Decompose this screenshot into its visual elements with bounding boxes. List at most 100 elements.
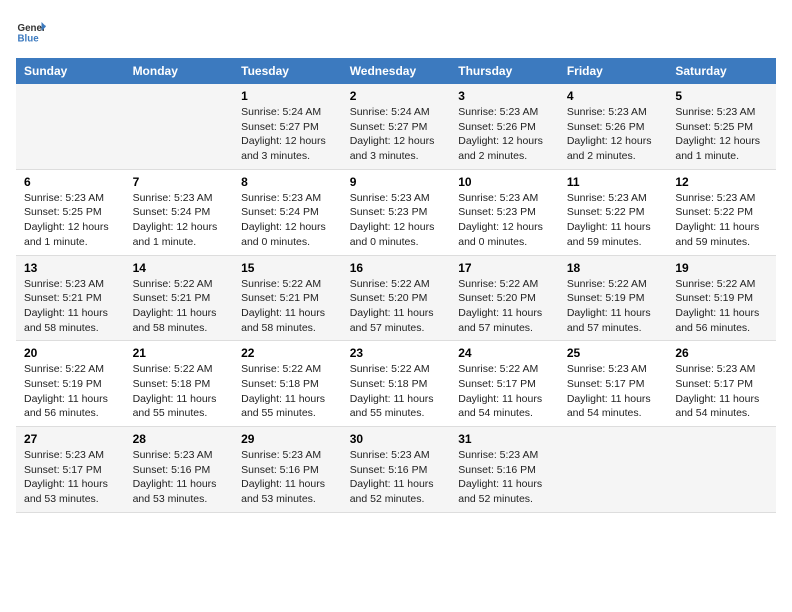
header-cell-friday: Friday <box>559 58 668 84</box>
calendar-cell: 21 Sunrise: 5:22 AM Sunset: 5:18 PM Dayli… <box>125 341 234 427</box>
day-number: 8 <box>241 175 334 189</box>
header-cell-saturday: Saturday <box>667 58 776 84</box>
day-number: 19 <box>675 261 768 275</box>
day-info: Sunrise: 5:23 AM Sunset: 5:17 PM Dayligh… <box>24 448 117 507</box>
day-info: Sunrise: 5:23 AM Sunset: 5:17 PM Dayligh… <box>567 362 660 421</box>
day-info: Sunrise: 5:23 AM Sunset: 5:16 PM Dayligh… <box>241 448 334 507</box>
day-info: Sunrise: 5:22 AM Sunset: 5:18 PM Dayligh… <box>350 362 443 421</box>
day-number: 2 <box>350 89 443 103</box>
day-info: Sunrise: 5:23 AM Sunset: 5:17 PM Dayligh… <box>675 362 768 421</box>
day-number: 7 <box>133 175 226 189</box>
header-row: SundayMondayTuesdayWednesdayThursdayFrid… <box>16 58 776 84</box>
calendar-week-2: 13 Sunrise: 5:23 AM Sunset: 5:21 PM Dayli… <box>16 255 776 341</box>
day-info: Sunrise: 5:23 AM Sunset: 5:21 PM Dayligh… <box>24 277 117 336</box>
calendar-cell: 30 Sunrise: 5:23 AM Sunset: 5:16 PM Dayli… <box>342 427 451 513</box>
day-number: 13 <box>24 261 117 275</box>
day-number: 20 <box>24 346 117 360</box>
calendar-cell: 19 Sunrise: 5:22 AM Sunset: 5:19 PM Dayli… <box>667 255 776 341</box>
day-info: Sunrise: 5:23 AM Sunset: 5:25 PM Dayligh… <box>24 191 117 250</box>
day-info: Sunrise: 5:22 AM Sunset: 5:19 PM Dayligh… <box>675 277 768 336</box>
day-number: 12 <box>675 175 768 189</box>
day-number: 3 <box>458 89 551 103</box>
calendar-cell: 7 Sunrise: 5:23 AM Sunset: 5:24 PM Daylig… <box>125 169 234 255</box>
calendar-cell: 3 Sunrise: 5:23 AM Sunset: 5:26 PM Daylig… <box>450 84 559 169</box>
calendar-cell: 13 Sunrise: 5:23 AM Sunset: 5:21 PM Dayli… <box>16 255 125 341</box>
day-number: 23 <box>350 346 443 360</box>
day-number: 6 <box>24 175 117 189</box>
calendar-cell: 20 Sunrise: 5:22 AM Sunset: 5:19 PM Dayli… <box>16 341 125 427</box>
day-number: 26 <box>675 346 768 360</box>
header-cell-sunday: Sunday <box>16 58 125 84</box>
header-cell-tuesday: Tuesday <box>233 58 342 84</box>
header-cell-thursday: Thursday <box>450 58 559 84</box>
day-number: 25 <box>567 346 660 360</box>
day-info: Sunrise: 5:22 AM Sunset: 5:20 PM Dayligh… <box>350 277 443 336</box>
day-number: 4 <box>567 89 660 103</box>
calendar-cell: 17 Sunrise: 5:22 AM Sunset: 5:20 PM Dayli… <box>450 255 559 341</box>
header-cell-wednesday: Wednesday <box>342 58 451 84</box>
calendar-cell: 29 Sunrise: 5:23 AM Sunset: 5:16 PM Dayli… <box>233 427 342 513</box>
calendar-cell: 28Sunrise: 5:23 AM Sunset: 5:16 PM Dayli… <box>125 427 234 513</box>
calendar-cell: 8 Sunrise: 5:23 AM Sunset: 5:24 PM Daylig… <box>233 169 342 255</box>
day-info: Sunrise: 5:22 AM Sunset: 5:20 PM Dayligh… <box>458 277 551 336</box>
day-number: 5 <box>675 89 768 103</box>
day-info: Sunrise: 5:23 AM Sunset: 5:16 PM Dayligh… <box>350 448 443 507</box>
day-info: Sunrise: 5:24 AM Sunset: 5:27 PM Dayligh… <box>350 105 443 164</box>
calendar-cell: 31 Sunrise: 5:23 AM Sunset: 5:16 PM Dayli… <box>450 427 559 513</box>
calendar-cell: 25 Sunrise: 5:23 AM Sunset: 5:17 PM Dayli… <box>559 341 668 427</box>
calendar-cell: 14 Sunrise: 5:22 AM Sunset: 5:21 PM Dayli… <box>125 255 234 341</box>
calendar-cell <box>559 427 668 513</box>
day-number: 10 <box>458 175 551 189</box>
calendar-cell: 16 Sunrise: 5:22 AM Sunset: 5:20 PM Dayli… <box>342 255 451 341</box>
calendar-cell: 10Sunrise: 5:23 AM Sunset: 5:23 PM Dayli… <box>450 169 559 255</box>
logo-icon: General Blue <box>16 16 46 46</box>
day-info: Sunrise: 5:23 AM Sunset: 5:22 PM Dayligh… <box>675 191 768 250</box>
day-info: Sunrise: 5:23 AM Sunset: 5:22 PM Dayligh… <box>567 191 660 250</box>
svg-text:Blue: Blue <box>18 34 40 45</box>
calendar-cell: 12 Sunrise: 5:23 AM Sunset: 5:22 PM Dayli… <box>667 169 776 255</box>
day-number: 29 <box>241 432 334 446</box>
calendar-week-1: 6 Sunrise: 5:23 AM Sunset: 5:25 PM Daylig… <box>16 169 776 255</box>
calendar-week-4: 27 Sunrise: 5:23 AM Sunset: 5:17 PM Dayli… <box>16 427 776 513</box>
day-number: 27 <box>24 432 117 446</box>
calendar-cell <box>667 427 776 513</box>
header-cell-monday: Monday <box>125 58 234 84</box>
calendar-cell: 23 Sunrise: 5:22 AM Sunset: 5:18 PM Dayli… <box>342 341 451 427</box>
day-number: 18 <box>567 261 660 275</box>
day-number: 17 <box>458 261 551 275</box>
day-info: Sunrise: 5:22 AM Sunset: 5:21 PM Dayligh… <box>133 277 226 336</box>
logo: General Blue <box>16 16 50 46</box>
day-number: 1 <box>241 89 334 103</box>
day-info: Sunrise: 5:22 AM Sunset: 5:19 PM Dayligh… <box>24 362 117 421</box>
calendar-cell: 6 Sunrise: 5:23 AM Sunset: 5:25 PM Daylig… <box>16 169 125 255</box>
day-info: Sunrise: 5:23 AM Sunset: 5:25 PM Dayligh… <box>675 105 768 164</box>
day-info: Sunrise: 5:23 AM Sunset: 5:24 PM Dayligh… <box>133 191 226 250</box>
header: General Blue <box>16 16 776 46</box>
day-info: Sunrise: 5:23 AM Sunset: 5:26 PM Dayligh… <box>458 105 551 164</box>
calendar-week-0: 1 Sunrise: 5:24 AM Sunset: 5:27 PM Daylig… <box>16 84 776 169</box>
calendar-table: SundayMondayTuesdayWednesdayThursdayFrid… <box>16 58 776 513</box>
calendar-cell: 27 Sunrise: 5:23 AM Sunset: 5:17 PM Dayli… <box>16 427 125 513</box>
calendar-cell: 2 Sunrise: 5:24 AM Sunset: 5:27 PM Daylig… <box>342 84 451 169</box>
calendar-cell: 26 Sunrise: 5:23 AM Sunset: 5:17 PM Dayli… <box>667 341 776 427</box>
calendar-cell: 15Sunrise: 5:22 AM Sunset: 5:21 PM Dayli… <box>233 255 342 341</box>
day-info: Sunrise: 5:23 AM Sunset: 5:16 PM Dayligh… <box>458 448 551 507</box>
day-number: 14 <box>133 261 226 275</box>
day-number: 16 <box>350 261 443 275</box>
day-number: 30 <box>350 432 443 446</box>
calendar-cell: 1Sunrise: 5:24 AM Sunset: 5:27 PM Daylig… <box>233 84 342 169</box>
calendar-cell <box>125 84 234 169</box>
day-number: 21 <box>133 346 226 360</box>
day-info: Sunrise: 5:22 AM Sunset: 5:17 PM Dayligh… <box>458 362 551 421</box>
calendar-body: 1 Sunrise: 5:24 AM Sunset: 5:27 PM Daylig… <box>16 84 776 512</box>
day-info: Sunrise: 5:22 AM Sunset: 5:21 PM Dayligh… <box>241 277 334 336</box>
day-info: Sunrise: 5:23 AM Sunset: 5:24 PM Dayligh… <box>241 191 334 250</box>
day-info: Sunrise: 5:22 AM Sunset: 5:18 PM Dayligh… <box>133 362 226 421</box>
day-number: 31 <box>458 432 551 446</box>
calendar-header: SundayMondayTuesdayWednesdayThursdayFrid… <box>16 58 776 84</box>
calendar-cell: 11Sunrise: 5:23 AM Sunset: 5:22 PM Dayli… <box>559 169 668 255</box>
day-info: Sunrise: 5:23 AM Sunset: 5:16 PM Dayligh… <box>133 448 226 507</box>
calendar-cell: 24Sunrise: 5:22 AM Sunset: 5:17 PM Dayli… <box>450 341 559 427</box>
calendar-week-3: 20 Sunrise: 5:22 AM Sunset: 5:19 PM Dayli… <box>16 341 776 427</box>
day-info: Sunrise: 5:22 AM Sunset: 5:18 PM Dayligh… <box>241 362 334 421</box>
